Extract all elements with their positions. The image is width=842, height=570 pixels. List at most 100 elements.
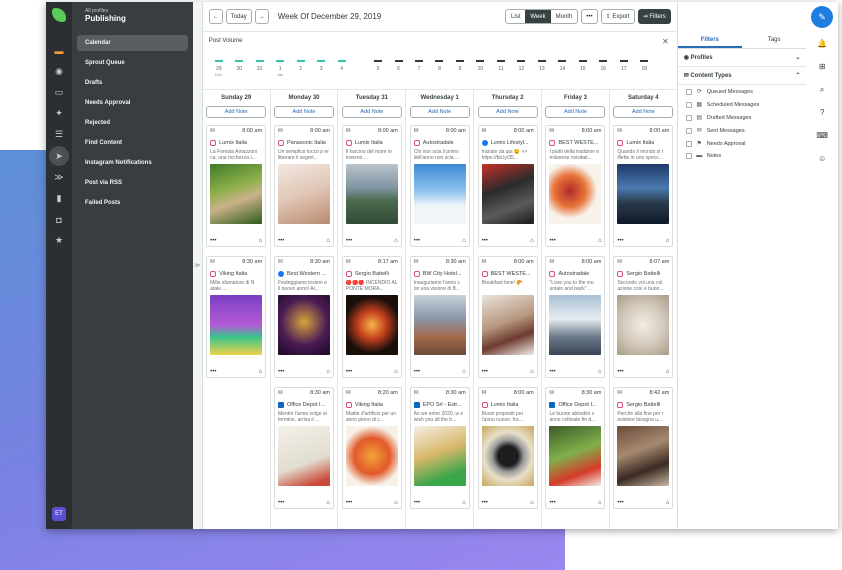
more-options-icon[interactable]: ••• [549, 238, 555, 244]
post-image[interactable] [278, 426, 331, 486]
add-note-button[interactable]: Add Note [206, 106, 267, 118]
prev-week-button[interactable]: ← [208, 9, 223, 24]
list-icon[interactable]: ☰ [46, 124, 72, 145]
star-icon[interactable]: ★ [46, 230, 72, 251]
compose-icon[interactable]: ✎ [811, 6, 834, 28]
more-options-icon[interactable]: ••• [549, 500, 555, 506]
nav-item-failed-posts[interactable]: Failed Posts [77, 195, 188, 211]
listening-icon[interactable]: ≫ [46, 167, 72, 188]
nav-item-find-content[interactable]: Find Content [77, 135, 188, 151]
add-note-button[interactable]: Add Note [274, 106, 335, 118]
post-image[interactable] [413, 426, 466, 486]
more-options-icon[interactable]: ••• [414, 369, 420, 375]
add-note-button[interactable]: Add Note [341, 106, 402, 118]
nav-item-needs-approval[interactable]: Needs Approval [77, 95, 188, 111]
collapse-nav-toggle[interactable]: ≫ [192, 2, 203, 529]
post-card[interactable]: ⛁ 8:42 am Sergio Battelli Perché alla fine … [613, 387, 674, 509]
post-card[interactable]: ⛁ 8:00 am Lumix Italia La Foresta Amazzoni … [206, 125, 267, 247]
content-types-section[interactable]: ✉ Content Types ⌃ [677, 67, 807, 85]
nav-item-post-via-rss[interactable]: Post via RSS [77, 175, 188, 191]
more-options-icon[interactable]: ••• [210, 369, 216, 375]
post-image[interactable] [345, 164, 398, 224]
filters-button[interactable]: ⇥ Filters [637, 9, 671, 24]
tag-icon[interactable]: ⌂ [462, 500, 466, 506]
tag-icon[interactable]: ⌂ [462, 369, 466, 375]
post-image[interactable] [345, 295, 398, 355]
filter-option[interactable]: ▬ Notes [678, 150, 807, 162]
close-icon[interactable]: ✕ [662, 37, 669, 46]
checkbox[interactable] [685, 114, 692, 121]
post-image[interactable] [617, 164, 670, 224]
tag-icon[interactable]: ⌂ [666, 238, 670, 244]
post-image[interactable] [549, 426, 602, 486]
add-note-button[interactable]: Add Note [545, 106, 606, 118]
more-options-icon[interactable]: ••• [346, 369, 352, 375]
reports-icon[interactable]: ▮ [46, 188, 72, 209]
keyboard-icon[interactable]: ⌨ [816, 124, 828, 147]
more-options-icon[interactable]: ••• [617, 369, 623, 375]
tag-icon[interactable]: ⌂ [326, 500, 330, 506]
next-week-button[interactable]: → [254, 9, 269, 24]
post-card[interactable]: ⛁ 8:00 am Autostradale "Love you to the mo … [545, 256, 606, 378]
tag-icon[interactable]: ⌂ [666, 369, 670, 375]
tag-icon[interactable]: ⌂ [394, 500, 398, 506]
tag-icon[interactable]: ⌂ [530, 500, 534, 506]
post-image[interactable] [481, 295, 534, 355]
nav-item-sprout-queue[interactable]: Sprout Queue [77, 55, 188, 71]
post-image[interactable] [481, 164, 534, 224]
post-card[interactable]: ⛁ 8:30 am Office Depot I... Le buone abitud… [545, 387, 606, 509]
post-card[interactable]: ⛁ 8:00 am Panasonic Italia Un semplice tocc… [274, 125, 335, 247]
post-image[interactable] [549, 164, 602, 224]
nav-item-calendar[interactable]: Calendar [77, 35, 188, 51]
post-card[interactable]: ⛁ 8:30 am Viking Italia Mille sfumature di … [206, 256, 267, 378]
tab-tags[interactable]: Tags [742, 33, 806, 48]
post-card[interactable]: ⛁ 8:00 am Lumix Lifestyl... Iniziate da qui… [477, 125, 538, 247]
tag-icon[interactable]: ⌂ [326, 369, 330, 375]
post-image[interactable] [617, 295, 670, 355]
post-image[interactable] [413, 295, 466, 355]
post-card[interactable]: ⛁ 8:00 am Autostradale Chi non scia il prim… [409, 125, 470, 247]
publishing-send-icon[interactable]: ➤ [49, 146, 69, 166]
tag-icon[interactable]: ⌂ [530, 369, 534, 375]
profiles-section[interactable]: ◉ Profiles ⌄ [677, 49, 807, 67]
user-avatar[interactable]: ET [52, 507, 66, 521]
add-note-button[interactable]: Add Note [613, 106, 674, 118]
checkbox[interactable] [685, 101, 692, 108]
more-options-icon[interactable]: ••• [482, 369, 488, 375]
post-image[interactable] [617, 426, 670, 486]
post-card[interactable]: ⛁ 8:07 am Sergio Battelli Secondo voi una c… [613, 256, 674, 378]
inbox-icon[interactable]: ▭ [46, 82, 72, 103]
post-image[interactable] [345, 426, 398, 486]
more-options-icon[interactable]: ••• [617, 238, 623, 244]
help-icon[interactable]: ? [820, 101, 824, 124]
tag-icon[interactable]: ⌂ [326, 238, 330, 244]
more-options-icon[interactable]: ••• [210, 238, 216, 244]
tab-filters[interactable]: Filters [677, 33, 743, 48]
bot-icon[interactable]: ◘ [46, 209, 72, 230]
pin-icon[interactable]: ✦ [46, 103, 72, 124]
post-card[interactable]: ⛁ 8:20 am Viking Italia Matite d'artificio … [341, 387, 402, 509]
search-icon[interactable]: ⌕ [820, 78, 824, 101]
more-options-icon[interactable]: ••• [482, 500, 488, 506]
tag-icon[interactable]: ⌂ [259, 369, 263, 375]
tag-icon[interactable]: ⌂ [394, 369, 398, 375]
dashboard-icon[interactable]: ◉ [46, 61, 72, 82]
post-card[interactable]: ⛁ 8:30 am Best Western ... Festeggiamo insi… [274, 256, 335, 378]
more-options-icon[interactable]: ••• [346, 238, 352, 244]
post-card[interactable]: ⛁ 8:30 am EPO Srl - Estr... As we enter 202… [409, 387, 470, 509]
filter-option[interactable]: ⟳ Queued Messages [678, 85, 807, 98]
more-options-icon[interactable]: ••• [278, 500, 284, 506]
folder-icon[interactable]: ▬ [46, 40, 72, 61]
post-card[interactable]: ⛁ 8:00 am Lumix Italia Quando il mondo si r… [613, 125, 674, 247]
checkbox[interactable] [685, 88, 692, 95]
view-list-button[interactable]: List [506, 10, 525, 23]
nav-item-instagram-notifications[interactable]: Instagram Notifications [77, 155, 188, 171]
checkbox[interactable] [685, 127, 692, 134]
add-note-button[interactable]: Add Note [477, 106, 538, 118]
tag-icon[interactable]: ⌂ [598, 369, 602, 375]
post-image[interactable] [481, 426, 534, 486]
add-note-button[interactable]: Add Note [409, 106, 470, 118]
filter-option[interactable]: ⚑ Needs Approval [678, 137, 807, 150]
post-image[interactable] [549, 295, 602, 355]
post-image[interactable] [278, 164, 331, 224]
